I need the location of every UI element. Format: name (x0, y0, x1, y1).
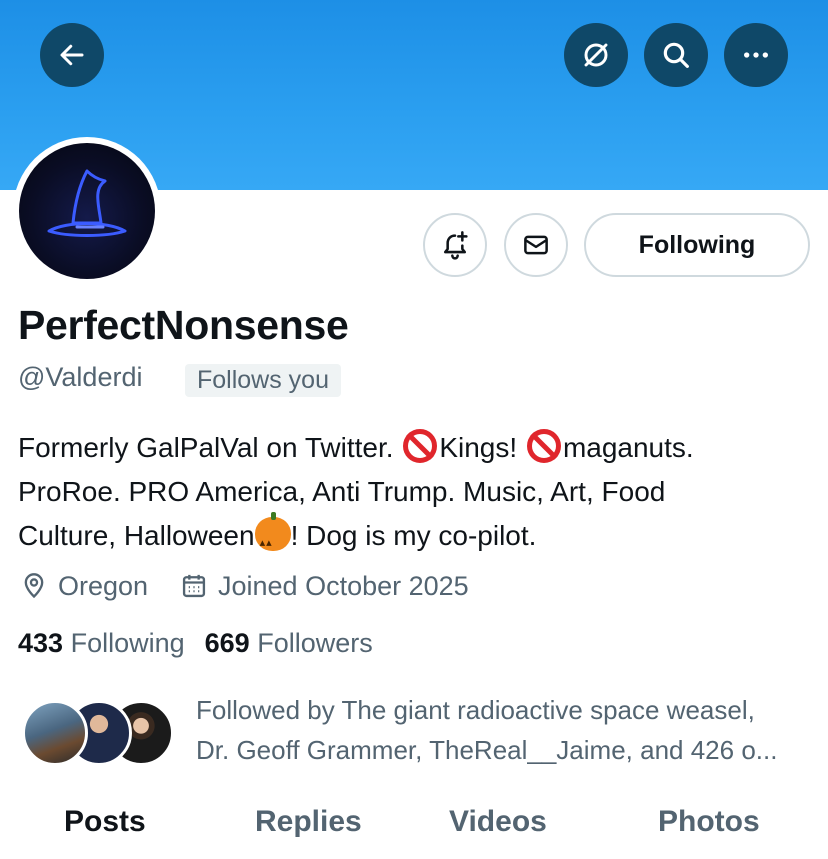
witch-hat-neon-icon (47, 169, 127, 237)
follower-avatar[interactable] (22, 700, 88, 766)
tab-posts[interactable]: Posts (64, 805, 146, 839)
following-stat[interactable]: 433 Following (18, 628, 185, 659)
search-icon (663, 42, 689, 68)
following-button[interactable]: Following (584, 213, 810, 277)
prohibited-emoji-icon (526, 429, 561, 463)
follows-you-badge: Follows you (185, 364, 341, 397)
profile-tabs: Posts Replies Videos Photos (0, 805, 828, 859)
location: Oregon (20, 568, 148, 604)
bio-text: maganuts. (562, 432, 694, 463)
profile-avatar[interactable] (13, 137, 161, 285)
following-count: 433 (18, 628, 64, 658)
message-button[interactable] (504, 213, 568, 277)
location-text: Oregon (58, 570, 149, 601)
slash-circle-icon (584, 43, 608, 67)
more-dots-icon (744, 52, 768, 58)
tab-replies[interactable]: Replies (255, 805, 362, 839)
profile-bio: Formerly GalPalVal on Twitter. Kings! ma… (18, 426, 818, 565)
pumpkin-emoji-icon (254, 512, 291, 565)
join-date: Joined October 2025 (180, 568, 469, 604)
display-name: PerfectNonsense (18, 302, 349, 348)
envelope-icon (524, 235, 548, 255)
followed-by-line: Dr. Geoff Grammer, TheReal__Jaime, and 4… (196, 735, 778, 765)
grok-button[interactable] (564, 23, 628, 87)
followers-count: 669 (204, 628, 250, 658)
followers-stat[interactable]: 669 Followers (205, 628, 373, 659)
search-button[interactable] (644, 23, 708, 87)
arrow-left-icon (60, 44, 84, 66)
prohibited-emoji-icon (403, 429, 438, 463)
location-pin-icon (24, 573, 44, 599)
bio-text: ProRoe. PRO America, Anti Trump. Music, … (18, 476, 666, 507)
following-label: Following (70, 628, 185, 658)
bio-text: Formerly GalPalVal on Twitter. (18, 432, 402, 463)
bio-text: Kings! (439, 432, 525, 463)
followed-by-line: Followed by The giant radioactive space … (196, 695, 755, 725)
followed-by-text[interactable]: Followed by The giant radioactive space … (196, 690, 821, 770)
user-handle: @Valderdi (18, 362, 143, 392)
follow-stats: 433 Following 669 Followers (18, 628, 373, 659)
bio-text: ! Dog is my co-pilot. (290, 520, 537, 551)
bell-plus-icon (444, 231, 468, 260)
tab-videos[interactable]: Videos (449, 805, 547, 839)
calendar-icon (182, 574, 206, 598)
join-date-text: Joined October 2025 (218, 570, 469, 601)
followers-label: Followers (257, 628, 373, 658)
tab-photos[interactable]: Photos (658, 805, 760, 839)
bio-text: Culture, Halloween (18, 520, 255, 551)
back-button[interactable] (40, 23, 104, 87)
notifications-button[interactable] (423, 213, 487, 277)
more-button[interactable] (724, 23, 788, 87)
